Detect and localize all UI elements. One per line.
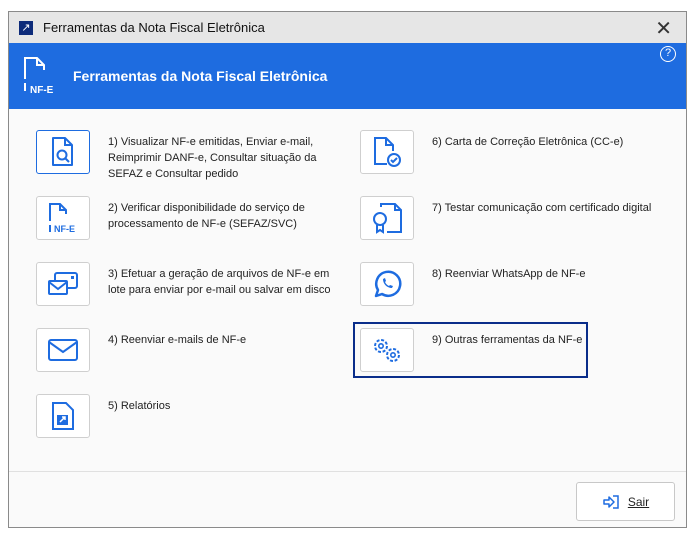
tool-item-1: 1) Visualizar NF-e emitidas, Enviar e-ma… bbox=[36, 130, 338, 182]
check-service-button[interactable]: NF-E bbox=[36, 196, 90, 240]
tool-item-2: NF-E 2) Verificar disponibilidade do ser… bbox=[36, 196, 338, 240]
document-search-icon bbox=[52, 137, 73, 166]
tool-label: 1) Visualizar NF-e emitidas, Enviar e-ma… bbox=[108, 136, 317, 180]
tool-label: 9) Outras ferramentas da NF-e bbox=[432, 334, 583, 346]
tool-item-3: 3) Efetuar a geração de arquivos de NF-e… bbox=[36, 262, 338, 306]
tool-label: 4) Reenviar e-mails de NF-e bbox=[108, 334, 247, 346]
tool-label: 7) Testar comunicação com certificado di… bbox=[432, 202, 652, 214]
help-button[interactable]: ? bbox=[660, 46, 676, 62]
tool-label: 8) Reenviar WhatsApp de NF-e bbox=[432, 268, 586, 280]
tool-item-4: 4) Reenviar e-mails de NF-e bbox=[36, 328, 338, 372]
batch-mail-icon bbox=[48, 272, 78, 295]
header-title: Ferramentas da Nota Fiscal Eletrônica bbox=[73, 68, 328, 84]
window-title: Ferramentas da Nota Fiscal Eletrônica bbox=[43, 20, 265, 35]
tool-item-6: 6) Carta de Correção Eletrônica (CC-e) bbox=[360, 130, 662, 174]
test-certificate-button[interactable] bbox=[360, 196, 414, 240]
other-tools-button[interactable] bbox=[360, 328, 414, 372]
document-check-icon bbox=[374, 137, 401, 167]
exit-label: Sair bbox=[627, 494, 650, 509]
nfe-icon: NF-E bbox=[24, 57, 54, 95]
dialog-window: ↗ Ferramentas da Nota Fiscal Eletrônica … bbox=[8, 11, 687, 528]
tool-item-9: 9) Outras ferramentas da NF-e bbox=[360, 328, 662, 372]
close-button[interactable]: ✕ bbox=[655, 16, 672, 41]
tool-item-5: 5) Relatórios bbox=[36, 394, 338, 438]
tool-item-8: 8) Reenviar WhatsApp de NF-e bbox=[360, 262, 662, 306]
title-bar: ↗ Ferramentas da Nota Fiscal Eletrônica … bbox=[9, 12, 686, 43]
resend-email-button[interactable] bbox=[36, 328, 90, 372]
view-nfe-button[interactable] bbox=[36, 130, 90, 174]
certificate-icon bbox=[373, 203, 402, 234]
exit-icon bbox=[603, 494, 619, 509]
exit-button[interactable]: Sair bbox=[576, 482, 675, 521]
report-icon bbox=[52, 402, 74, 430]
tool-label: 2) Verificar disponibilidade do serviço … bbox=[108, 202, 305, 230]
resend-whatsapp-button[interactable] bbox=[360, 262, 414, 306]
tool-label: 5) Relatórios bbox=[108, 400, 171, 412]
gears-icon bbox=[374, 339, 400, 362]
header-banner: NF-E Ferramentas da Nota Fiscal Eletrôni… bbox=[9, 43, 686, 109]
cce-button[interactable] bbox=[360, 130, 414, 174]
envelope-icon bbox=[48, 339, 78, 361]
svg-text:NF-E: NF-E bbox=[30, 85, 54, 95]
whatsapp-icon bbox=[374, 270, 402, 298]
tool-item-7: 7) Testar comunicação com certificado di… bbox=[360, 196, 662, 240]
footer-divider bbox=[9, 471, 686, 472]
reports-button[interactable] bbox=[36, 394, 90, 438]
app-icon: ↗ bbox=[19, 20, 33, 35]
nfe-document-icon: NF-E bbox=[49, 203, 75, 234]
tool-label: 3) Efetuar a geração de arquivos de NF-e… bbox=[108, 268, 331, 296]
svg-text:NF-E: NF-E bbox=[54, 224, 75, 234]
batch-generate-button[interactable] bbox=[36, 262, 90, 306]
tool-label: 6) Carta de Correção Eletrônica (CC-e) bbox=[432, 136, 624, 148]
